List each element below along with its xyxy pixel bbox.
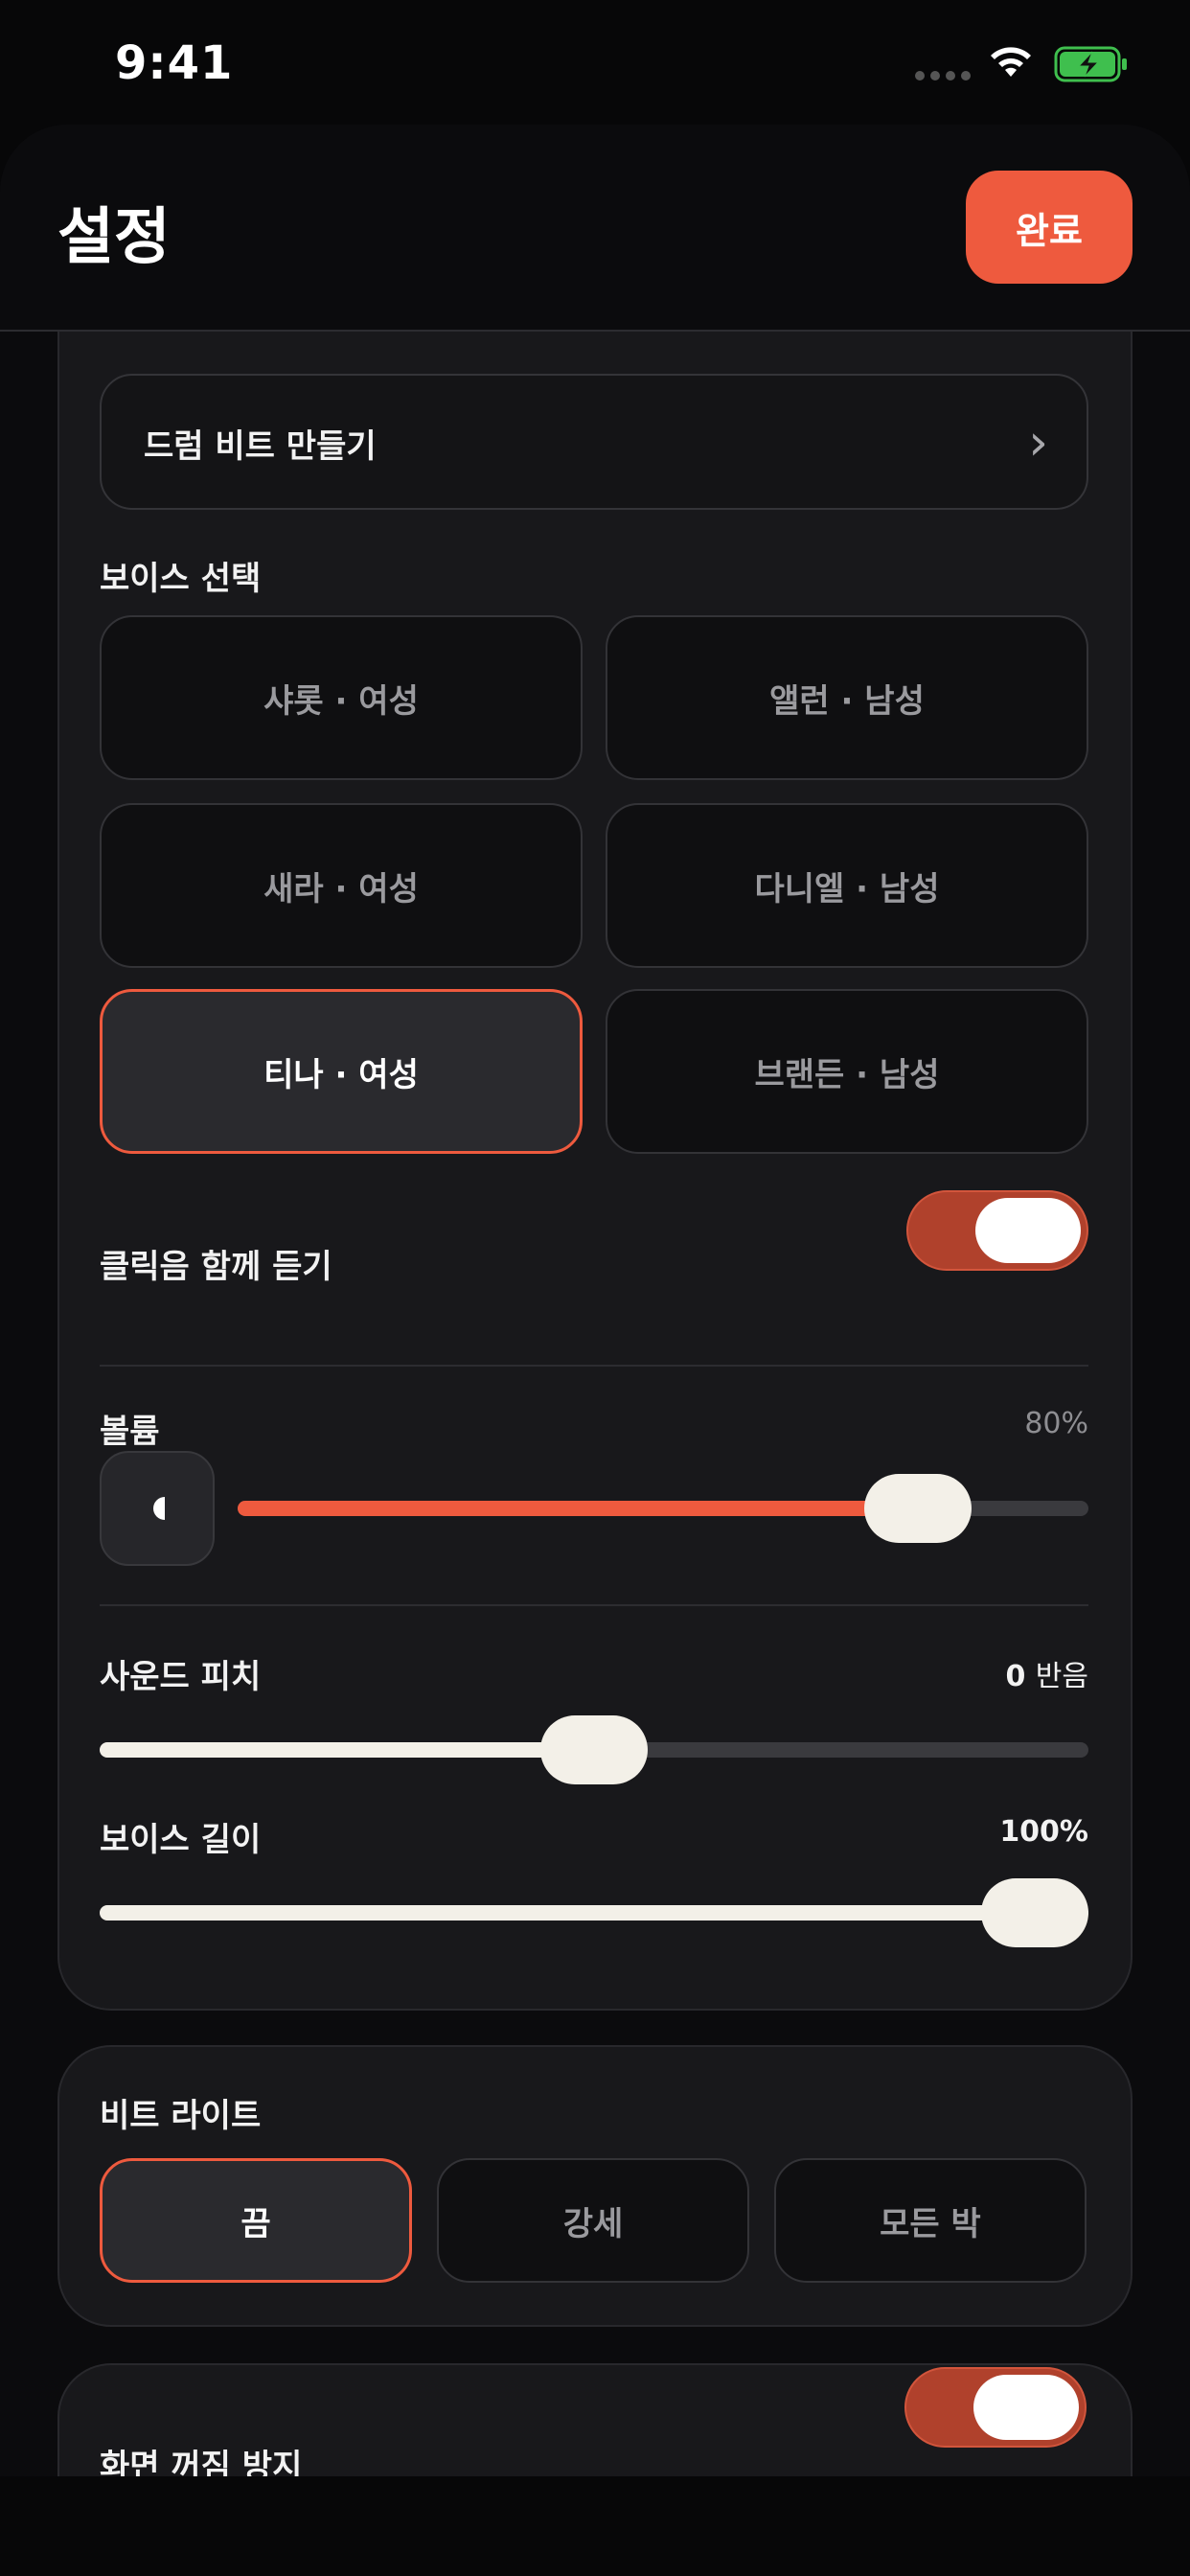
volume-label: 볼륨 (100, 1413, 160, 1451)
pitch-slider[interactable] (100, 1715, 1088, 1784)
pitch-label: 사운드 피치 (100, 1658, 262, 1696)
voice-length-value: 100% (999, 1815, 1088, 1849)
voice-option-sarah[interactable]: 새라 · 여성 (100, 803, 583, 968)
battery-charging-icon (1054, 46, 1127, 82)
voice-option-brandon[interactable]: 브랜든 · 남성 (606, 989, 1088, 1154)
page-title: 설정 (57, 202, 171, 273)
voice-length-slider[interactable] (100, 1878, 1088, 1947)
voice-option-tina[interactable]: 티나 · 여성 (100, 989, 583, 1154)
voice-section-label: 보이스 선택 (100, 560, 262, 598)
voice-option-allen[interactable]: 앨런 · 남성 (606, 615, 1088, 780)
drum-beat-link[interactable]: 드럼 비트 만들기 › (100, 374, 1088, 510)
voice-length-label: 보이스 길이 (100, 1821, 262, 1859)
wifi-icon (991, 47, 1031, 77)
beat-light-option-all-beats[interactable]: 모든 박 (774, 2158, 1087, 2283)
pitch-slider-thumb[interactable] (540, 1715, 648, 1784)
volume-slider-thumb[interactable] (864, 1474, 973, 1543)
chevron-right-icon: › (1028, 414, 1048, 472)
status-bar: 9:41 (0, 0, 1190, 126)
volume-slider-fill (238, 1501, 919, 1516)
speaker-icon (153, 1497, 165, 1520)
pitch-value: 0 반음 (862, 1652, 1088, 1694)
toggle-knob (975, 1198, 1081, 1263)
cellular-signal-icon (915, 71, 971, 80)
toggle-knob (973, 2375, 1079, 2440)
volume-slider[interactable] (238, 1474, 1088, 1543)
click-with-label: 클릭음 함께 듣기 (100, 1248, 332, 1286)
done-button[interactable]: 완료 (966, 171, 1133, 284)
voice-option-daniel[interactable]: 다니엘 · 남성 (606, 803, 1088, 968)
header-bar: 설정 완료 (0, 125, 1190, 332)
beat-light-option-accent[interactable]: 강세 (437, 2158, 749, 2283)
divider (100, 1365, 1088, 1367)
voice-length-slider-thumb[interactable] (981, 1878, 1088, 1947)
click-with-toggle[interactable] (906, 1190, 1088, 1271)
beat-light-label: 비트 라이트 (100, 2097, 262, 2135)
drum-beat-link-label: 드럼 비트 만들기 (144, 427, 377, 466)
screen-awake-toggle[interactable] (904, 2367, 1087, 2448)
pitch-value-unit: 반음 (1035, 1660, 1088, 1693)
voice-option-charlotte[interactable]: 샤롯 · 여성 (100, 615, 583, 780)
voice-length-slider-fill (100, 1905, 1088, 1920)
status-time: 9:41 (115, 36, 234, 90)
volume-mute-button[interactable] (100, 1451, 215, 1566)
bottom-safe-area (0, 2476, 1190, 2576)
pitch-value-number: 0 (1005, 1660, 1026, 1693)
volume-value: 80% (1024, 1407, 1088, 1440)
beat-light-option-off[interactable]: 끔 (100, 2158, 412, 2283)
pitch-slider-fill (100, 1742, 594, 1758)
divider (100, 1604, 1088, 1606)
